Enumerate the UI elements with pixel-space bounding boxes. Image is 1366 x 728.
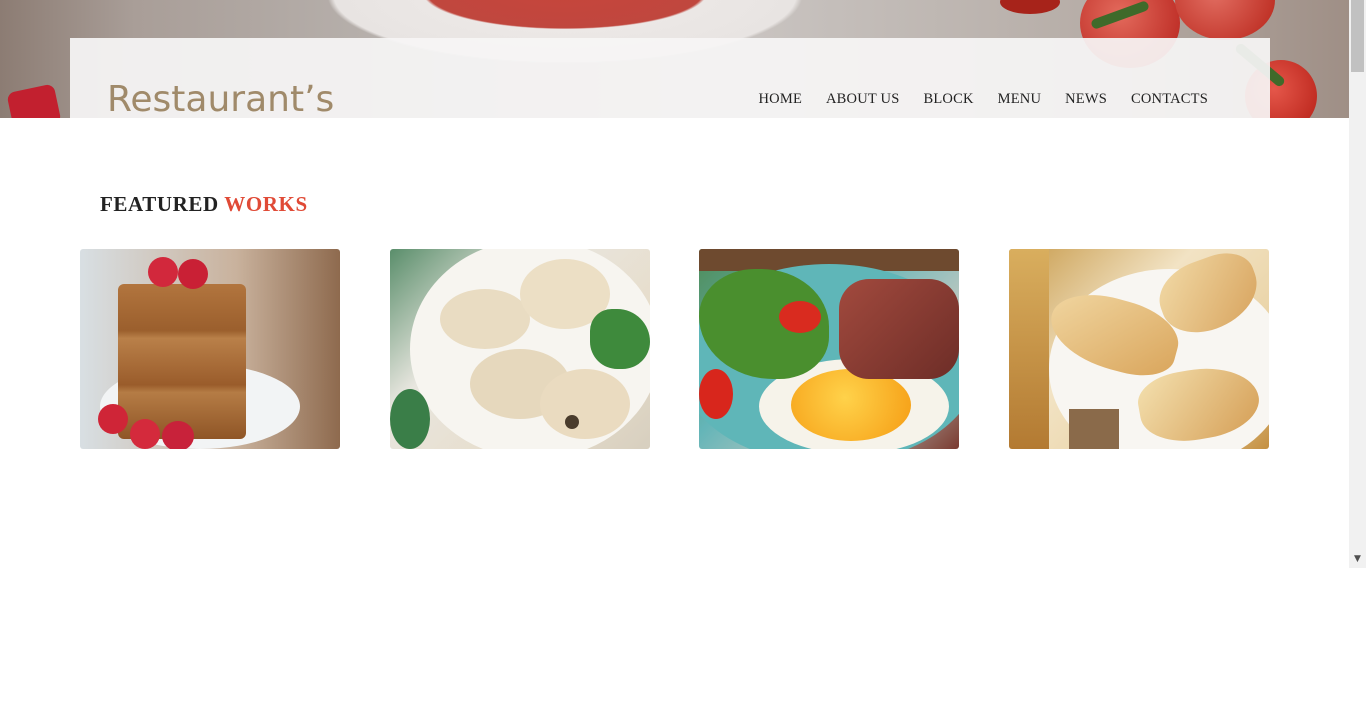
tomato-decoration [1000, 0, 1060, 14]
scroll-down-icon[interactable]: ▼ [1349, 551, 1366, 568]
featured-item-crepes[interactable] [1009, 249, 1269, 449]
site-header: Restaurant’s HOME ABOUT US BLOCK MENU NE… [70, 38, 1270, 120]
featured-item-dumplings[interactable] [390, 249, 650, 449]
title-accent: WORKS [224, 192, 308, 216]
raspberry-image [98, 404, 128, 434]
nav-about-us[interactable]: ABOUT US [826, 91, 899, 108]
table-image [1069, 409, 1119, 449]
featured-item-steak-egg[interactable] [699, 249, 959, 449]
tomato-image [779, 301, 821, 333]
nav-menu[interactable]: MENU [998, 91, 1042, 108]
napkin-image [1009, 249, 1049, 449]
nav-block[interactable]: BLOCK [923, 91, 973, 108]
scrollbar-thumb[interactable] [1351, 0, 1364, 72]
peppercorn-image [565, 415, 579, 429]
nav-contacts[interactable]: CONTACTS [1131, 91, 1208, 108]
nav-home[interactable]: HOME [759, 91, 803, 108]
page-scrollbar[interactable]: ▼ [1349, 0, 1366, 568]
egg-yolk-image [791, 369, 911, 441]
main-nav: HOME ABOUT US BLOCK MENU NEWS CONTACTS [735, 91, 1208, 108]
title-plain: FEATURED [100, 192, 219, 216]
featured-works-title: FEATURED WORKS [100, 192, 308, 217]
parsley-image [390, 389, 430, 449]
raspberry-decoration [6, 83, 62, 118]
dumpling-image [540, 369, 630, 439]
raspberry-image [148, 257, 178, 287]
featured-item-raspberry-bars[interactable] [80, 249, 340, 449]
nav-news[interactable]: NEWS [1065, 91, 1107, 108]
raspberry-image [178, 259, 208, 289]
tomato-image [699, 369, 733, 419]
dumpling-image [440, 289, 530, 349]
tomato-decoration [1175, 0, 1275, 40]
raspberry-image [162, 421, 194, 449]
steak-slices-image [839, 279, 959, 379]
site-logo[interactable]: Restaurant’s [107, 78, 334, 122]
oat-bar-stack-image [118, 284, 246, 439]
raspberry-image [130, 419, 160, 449]
